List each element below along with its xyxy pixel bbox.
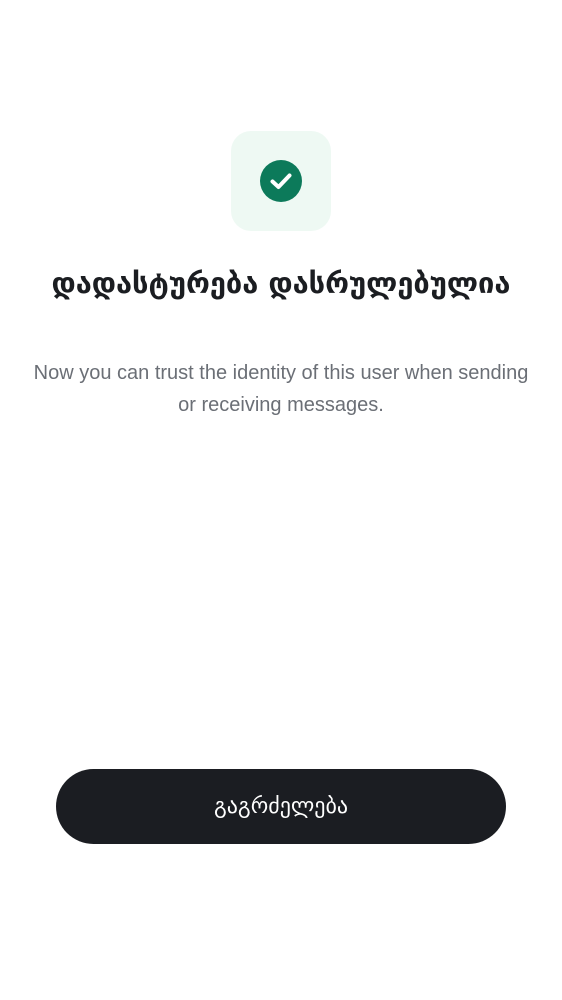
verification-icon-tile (231, 131, 331, 231)
continue-button[interactable]: გაგრძელება (56, 769, 506, 844)
check-circle-icon (260, 160, 302, 202)
page-title: დადასტურება დასრულებულია (51, 266, 511, 300)
verification-description: Now you can trust the identity of this u… (33, 362, 529, 416)
continue-button-label: გაგრძელება (213, 794, 349, 819)
